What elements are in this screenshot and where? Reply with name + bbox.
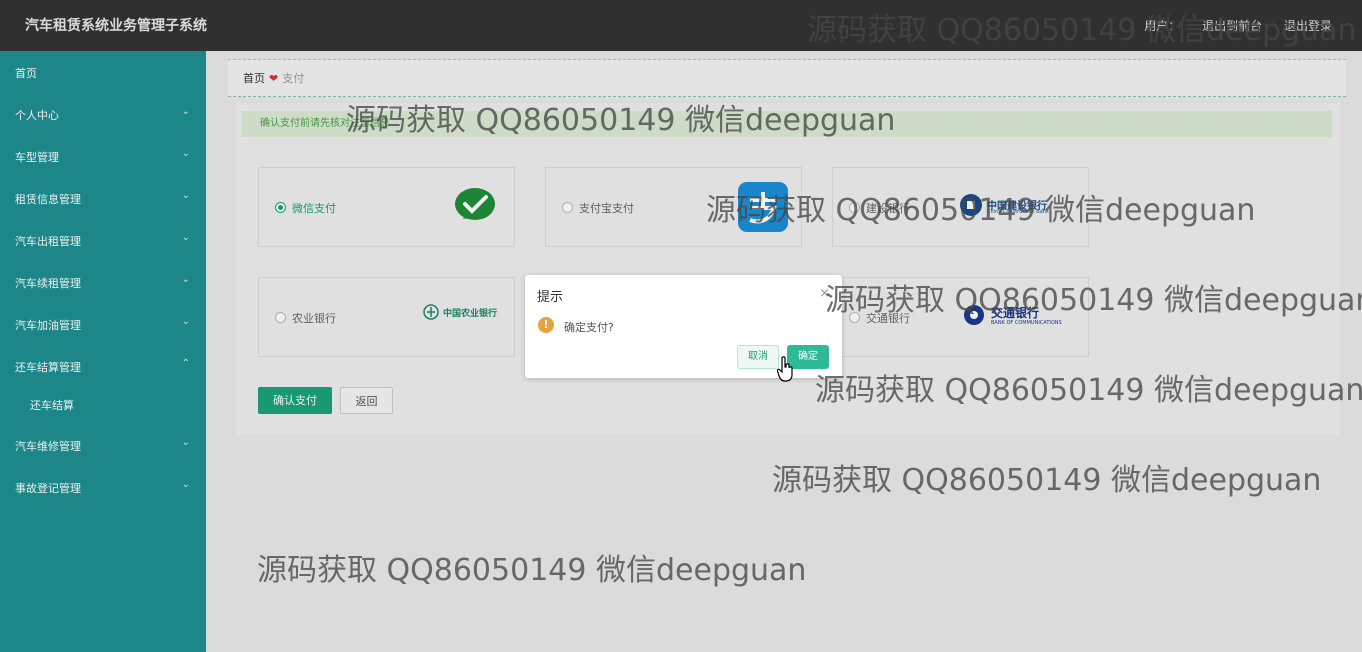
watermark: 源码获取 QQ86050149 微信deepguan	[257, 553, 807, 588]
watermark: 源码获取 QQ86050149 微信deepguan	[825, 283, 1362, 318]
hand-pointer-icon	[777, 356, 793, 382]
dialog-title: 提示	[537, 290, 564, 305]
dialog-message: 确定支付?	[564, 321, 614, 334]
dialog-cancel-button[interactable]: 取消	[737, 345, 779, 369]
warning-icon: !	[538, 317, 554, 333]
watermark: 源码获取 QQ86050149 微信deepguan	[772, 463, 1322, 498]
watermark: 源码获取 QQ86050149 微信deepguan	[815, 373, 1362, 408]
watermark: 源码获取 QQ86050149 微信deepguan	[807, 13, 1357, 48]
watermark: 源码获取 QQ86050149 微信deepguan	[706, 193, 1256, 228]
watermark: 源码获取 QQ86050149 微信deepguan	[346, 103, 896, 138]
